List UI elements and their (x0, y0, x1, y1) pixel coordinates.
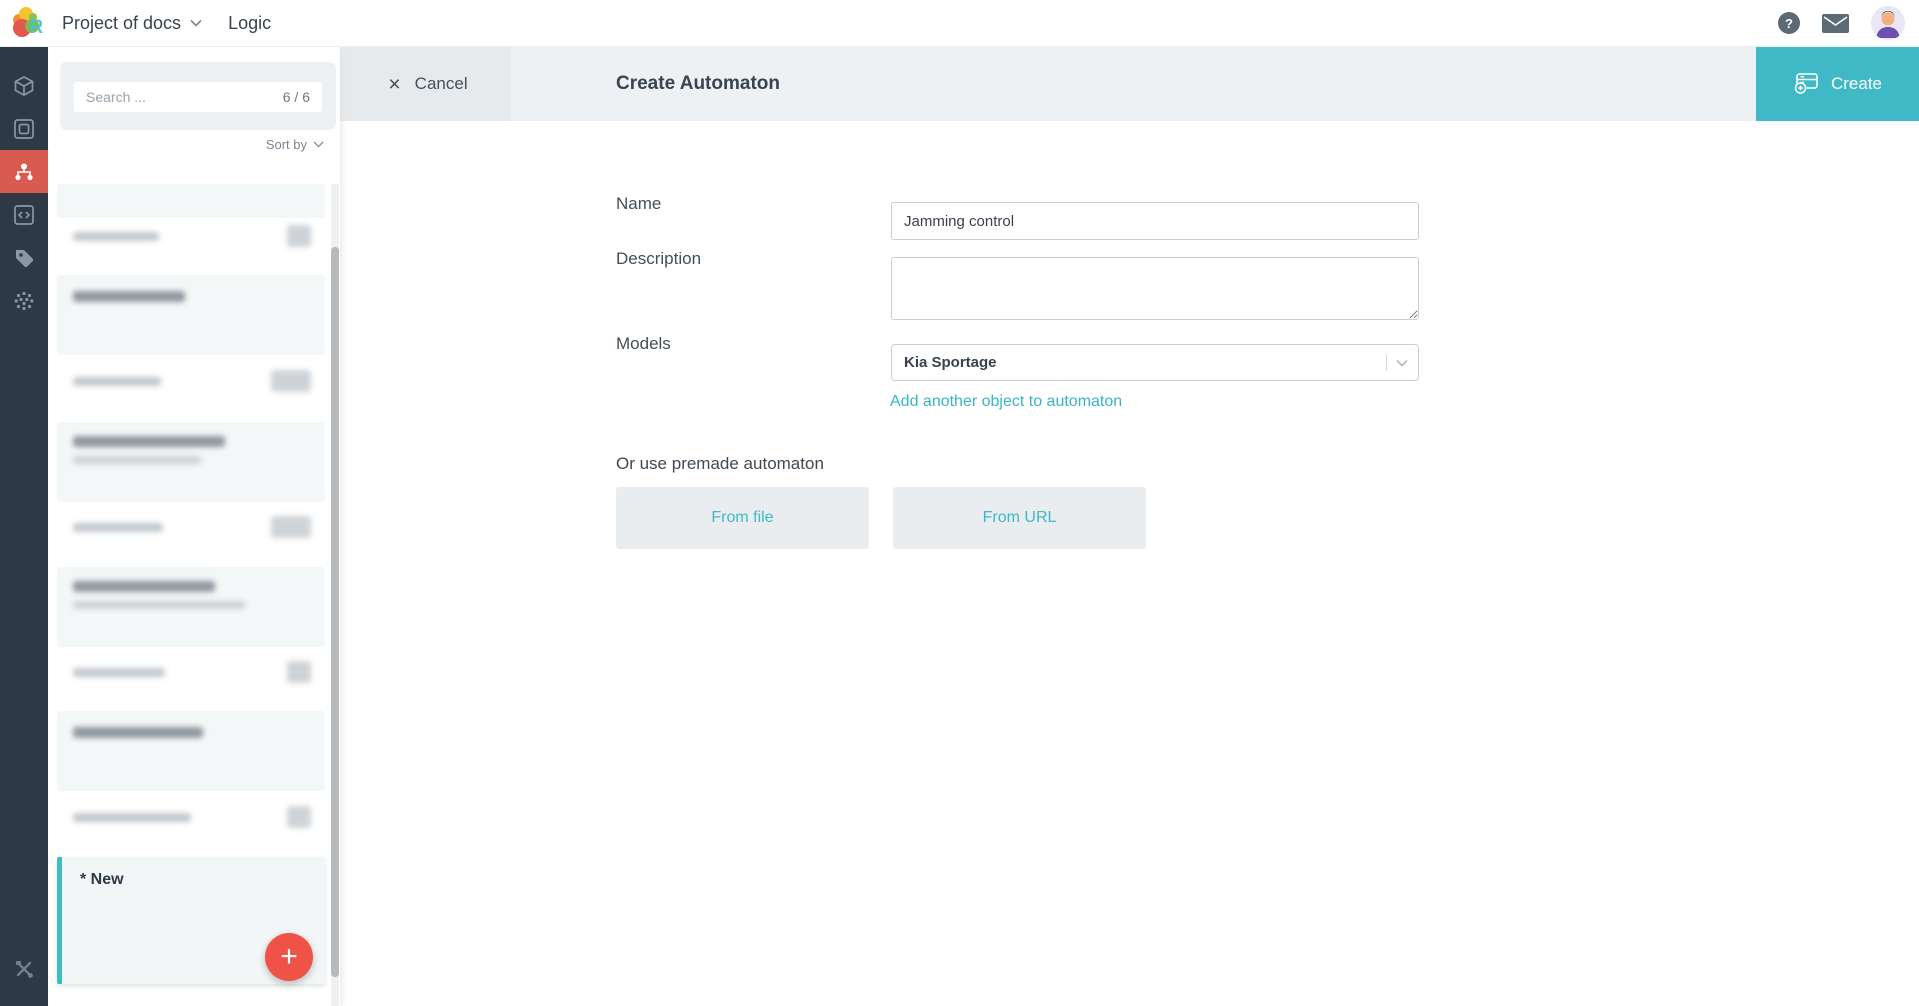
description-label: Description (616, 249, 702, 268)
create-automaton-icon (1794, 73, 1818, 94)
help-button[interactable]: ? (1778, 12, 1800, 34)
models-selected-value: Kia Sportage (904, 354, 997, 371)
cube-icon (14, 75, 34, 96)
search-input[interactable] (86, 89, 283, 105)
help-icon: ? (1785, 15, 1793, 31)
sidebar-item-objects[interactable] (0, 64, 48, 107)
globe-dots-icon (14, 291, 34, 310)
automaton-meta-blurred (57, 515, 325, 541)
section-title: Logic (228, 12, 272, 33)
square-in-square-icon (14, 118, 34, 139)
sidebar-item-network[interactable] (0, 279, 48, 322)
icon-sidebar (0, 47, 48, 1006)
topbar: R Project of docs Logic ? (0, 0, 1919, 47)
from-url-button[interactable]: From URL (893, 487, 1146, 549)
main-content: × Cancel Create Automaton Create Name De… (340, 47, 1919, 1006)
description-input[interactable] (891, 257, 1419, 320)
code-icon (14, 204, 34, 225)
project-switcher[interactable]: Project of docs (62, 13, 202, 34)
form-header: × Cancel Create Automaton Create (340, 47, 1919, 121)
plus-icon: + (280, 940, 298, 973)
sidebar-item-tags[interactable] (0, 236, 48, 279)
create-label: Create (1830, 74, 1883, 93)
search-container: 6 / 6 (60, 62, 336, 130)
chevron-down-icon (1396, 359, 1408, 367)
automata-list-panel: 6 / 6 Sort by (48, 47, 340, 1006)
search-result-count: 6 / 6 (282, 89, 310, 105)
automaton-meta-blurred (57, 660, 325, 686)
chevron-down-icon (313, 141, 324, 148)
new-card-label: * New (80, 871, 124, 888)
models-label: Models (616, 334, 671, 353)
tag-icon (16, 249, 34, 267)
automaton-meta-blurred (57, 224, 325, 250)
automaton-meta-blurred (57, 369, 325, 395)
panel-scrollbar-thumb[interactable] (331, 247, 339, 977)
project-name: Project of docs (62, 12, 182, 33)
automaton-card-blurred[interactable] (57, 275, 325, 355)
create-button[interactable]: Create (1756, 47, 1919, 121)
app-window: R Project of docs Logic ? Search ... 6 /… (0, 0, 1919, 1006)
models-select[interactable]: Kia Sportage (891, 344, 1419, 381)
add-object-link[interactable]: Add another object to automaton (890, 393, 1122, 411)
user-avatar[interactable] (1871, 6, 1905, 40)
automaton-tree-icon (15, 163, 33, 180)
premade-section-title: Or use premade automaton (616, 454, 824, 473)
sort-by-dropdown[interactable]: Sort by (266, 137, 324, 152)
chevron-down-icon (190, 19, 202, 27)
automaton-card-blurred[interactable] (57, 422, 325, 502)
cancel-button[interactable]: × Cancel (345, 47, 511, 121)
cancel-label: Cancel (414, 74, 468, 93)
app-logo-icon[interactable]: R (8, 4, 46, 42)
sidebar-item-dashboards[interactable] (0, 107, 48, 150)
name-label: Name (616, 194, 662, 213)
from-file-button[interactable]: From file (616, 487, 869, 549)
page-title: Create Automaton (616, 73, 780, 94)
sidebar-item-handlers[interactable] (0, 193, 48, 236)
panel-scrollbar (331, 184, 339, 1006)
svg-text:R: R (30, 17, 44, 38)
automaton-card-blurred[interactable] (57, 711, 325, 791)
tools-icon (16, 960, 33, 978)
sidebar-item-logic[interactable] (0, 150, 48, 193)
sort-by-label: Sort by (265, 137, 307, 152)
automaton-meta-blurred (57, 805, 325, 831)
add-automaton-button[interactable]: + (265, 933, 313, 981)
automaton-card-blurred[interactable] (57, 184, 325, 218)
name-input[interactable] (891, 202, 1419, 240)
sidebar-item-tools[interactable] (0, 947, 48, 990)
close-icon: × (388, 72, 401, 96)
mail-icon[interactable] (1822, 13, 1849, 33)
automaton-card-blurred[interactable] (57, 567, 325, 647)
